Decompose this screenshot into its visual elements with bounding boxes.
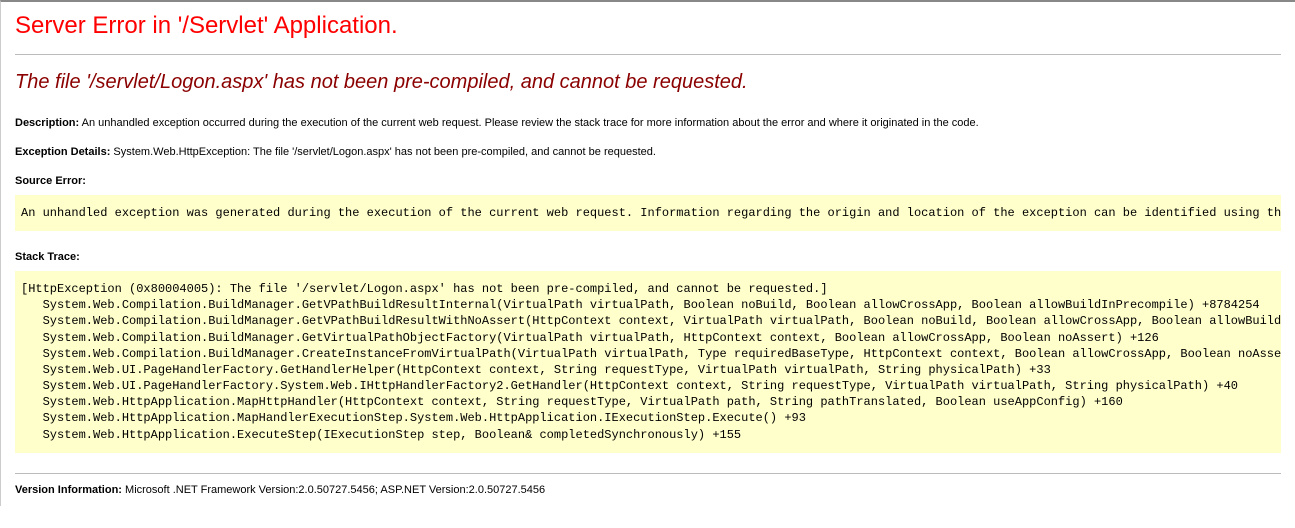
stack-trace-block: [HttpException (0x80004005): The file '/… [15, 271, 1281, 453]
description-line: Description: An unhandled exception occu… [15, 116, 1281, 131]
version-line: Version Information: Microsoft .NET Fram… [15, 484, 1281, 496]
source-error-block: An unhandled exception was generated dur… [15, 195, 1281, 231]
description-label: Description: [15, 117, 79, 129]
exception-details-text: System.Web.HttpException: The file '/ser… [113, 146, 656, 158]
error-subtitle: The file '/servlet/Logon.aspx' has not b… [15, 71, 1281, 94]
exception-details-label: Exception Details: [15, 146, 110, 158]
description-text: An unhandled exception occurred during t… [82, 117, 979, 129]
version-text: Microsoft .NET Framework Version:2.0.507… [125, 484, 545, 496]
footer-divider [15, 473, 1281, 474]
stack-trace-label: Stack Trace: [15, 251, 1281, 263]
divider [15, 54, 1281, 55]
source-error-label: Source Error: [15, 175, 1281, 187]
exception-details-line: Exception Details: System.Web.HttpExcept… [15, 145, 1281, 160]
page-title: Server Error in '/Servlet' Application. [15, 12, 1281, 40]
stack-trace-text: [HttpException (0x80004005): The file '/… [21, 281, 1275, 443]
version-label: Version Information: [15, 484, 122, 496]
